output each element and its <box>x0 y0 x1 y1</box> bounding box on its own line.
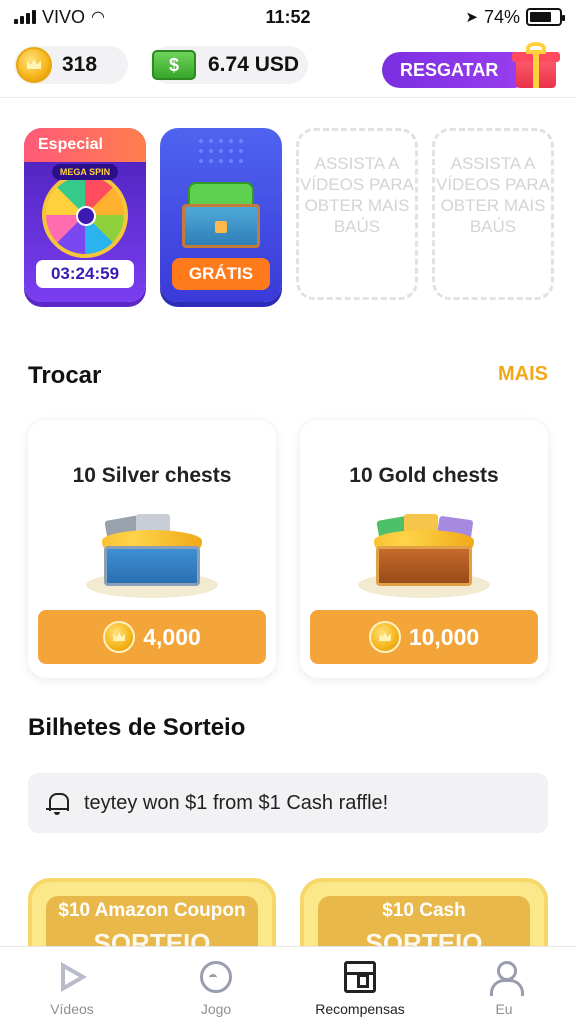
bottom-tab-bar: Vídeos Jogo Recompensas Eu <box>0 946 576 1024</box>
wheel-banner: MEGA SPIN <box>52 164 118 180</box>
coin-balance[interactable]: 318 <box>14 46 128 84</box>
carrier-label: VIVO <box>42 6 86 27</box>
wheel-icon <box>42 172 128 258</box>
exchange-card-title: 10 Silver chests <box>72 464 232 487</box>
tab-label: Recompensas <box>315 1001 405 1017</box>
status-right: ➤ 74% <box>465 6 565 28</box>
free-button[interactable]: GRÁTIS <box>172 258 270 290</box>
coin-icon <box>16 47 52 83</box>
tab-rewards[interactable]: Recompensas <box>288 947 432 1024</box>
special-wheel-card[interactable]: Especial MEGA SPIN 03:24:59 <box>24 128 146 302</box>
tab-videos[interactable]: Vídeos <box>0 947 144 1024</box>
exchange-card-title: 10 Gold chests <box>349 464 499 487</box>
game-icon <box>200 961 232 993</box>
countdown-timer: 03:24:59 <box>36 260 134 288</box>
cash-balance[interactable]: $ 6.74 USD <box>150 46 308 84</box>
gift-icon[interactable] <box>512 42 562 88</box>
tab-label: Vídeos <box>50 1001 94 1017</box>
play-icon <box>56 961 88 993</box>
exchange-card-gold[interactable]: 10 Gold chests 10,000 <box>300 420 548 678</box>
coin-icon <box>103 621 136 653</box>
exchange-price: 10,000 <box>408 623 480 650</box>
coin-amount: 318 <box>62 53 98 76</box>
empty-chest-slot: ASSISTA A VÍDEOS PARA OBTER MAIS BAÚS <box>296 128 418 300</box>
status-bar: VIVO ◠ 11:52 ➤ 74% <box>0 0 576 34</box>
wifi-icon: ◠ <box>91 9 105 26</box>
raffle-card-label: $10 Amazon Coupon <box>58 900 246 921</box>
exchange-price-button[interactable]: 4,000 <box>38 610 266 664</box>
more-link[interactable]: MAIS <box>498 363 548 386</box>
notice-text: teytey won $1 from $1 Cash raffle! <box>84 791 389 814</box>
exchange-section-title: Trocar <box>28 362 102 389</box>
gold-chest-icon <box>358 508 490 598</box>
signal-icon <box>14 10 36 24</box>
battery-icon <box>526 8 565 26</box>
money-chest-icon <box>182 182 260 248</box>
raffle-card-label: $10 Cash <box>382 900 466 921</box>
special-label: Especial <box>24 128 146 162</box>
cash-icon: $ <box>152 50 196 80</box>
header-divider <box>0 97 576 98</box>
exchange-card-silver[interactable]: 10 Silver chests 4,000 <box>28 420 276 678</box>
redeem-button[interactable]: RESGATAR <box>382 52 532 88</box>
chest-row: Especial MEGA SPIN 03:24:59 GRÁTIS ASSIS… <box>24 128 564 304</box>
bell-icon <box>46 791 69 815</box>
empty-chest-slot: ASSISTA A VÍDEOS PARA OBTER MAIS BAÚS <box>432 128 554 300</box>
coin-icon <box>368 621 401 653</box>
chest-icon <box>344 961 376 993</box>
tab-game[interactable]: Jogo <box>144 947 288 1024</box>
raffle-section-title: Bilhetes de Sorteio <box>28 714 246 741</box>
tab-me[interactable]: Eu <box>432 947 576 1024</box>
currency-bar: 318 $ 6.74 USD RESGATAR <box>0 42 576 92</box>
tab-label: Eu <box>495 1001 513 1017</box>
status-left: VIVO ◠ <box>14 7 105 28</box>
battery-fill <box>530 12 551 22</box>
location-icon: ➤ <box>465 9 478 26</box>
battery-percent: 74% <box>483 6 520 27</box>
cash-amount: 6.74 USD <box>208 53 300 76</box>
silver-chest-icon <box>86 508 218 598</box>
exchange-price-button[interactable]: 10,000 <box>310 610 538 664</box>
free-chest-card[interactable]: GRÁTIS <box>160 128 282 302</box>
tab-label: Jogo <box>200 1001 232 1017</box>
dots-decoration <box>196 136 246 166</box>
raffle-winner-notice: teytey won $1 from $1 Cash raffle! <box>28 773 548 833</box>
exchange-price: 4,000 <box>143 623 201 650</box>
user-icon <box>488 961 524 996</box>
